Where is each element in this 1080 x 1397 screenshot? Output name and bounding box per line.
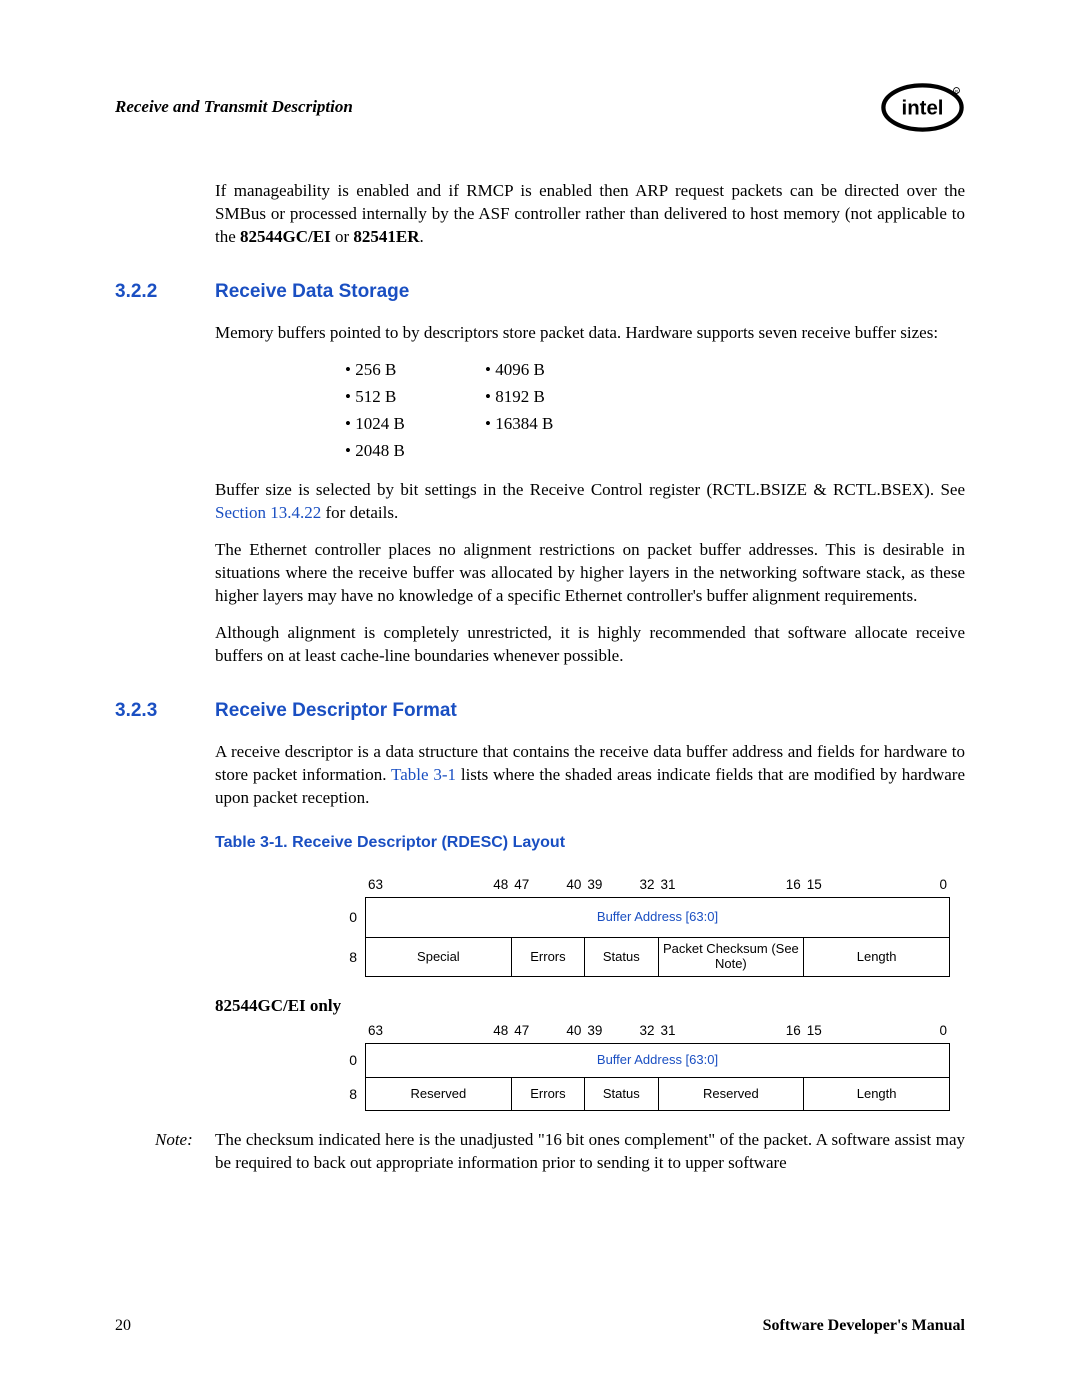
table-link[interactable]: Table 3-1 [391,765,456,784]
bit: 47 [511,1022,532,1040]
field-errors: Errors [512,1078,585,1110]
page-number: 20 [115,1315,131,1337]
bit: 15 [804,1022,825,1040]
bit: 31 [658,1022,679,1040]
field-buffer-address[interactable]: Buffer Address [63:0] [366,898,950,937]
running-head: Receive and Transmit Description [115,96,353,119]
bit-labels: 63 48 47 40 39 32 31 16 15 0 [340,876,950,897]
list-item: 1024 B [345,413,485,436]
note-label: Note: [155,1129,215,1175]
page-footer: 20 Software Developer's Manual [115,1315,965,1337]
bit: 47 [511,876,532,894]
bit: 16 [783,1022,804,1040]
field-length: Length [804,938,950,976]
bit: 15 [804,876,825,894]
list-item: 16384 B [485,413,625,436]
paragraph: A receive descriptor is a data structure… [215,741,965,810]
svg-text:intel: intel [902,97,944,119]
bit-labels: 63 48 47 40 39 32 31 16 15 0 [340,1022,950,1043]
rdesc-layout-diagram-82544: 63 48 47 40 39 32 31 16 15 0 0 Buffer Address… [340,1022,950,1111]
bit: 32 [636,876,657,894]
text-bold: 82544GC/EI [240,227,331,246]
text-bold: 82541ER [353,227,419,246]
list-item: 512 B [345,386,485,409]
bit: 39 [584,1022,605,1040]
field-buffer-address[interactable]: Buffer Address [63:0] [366,1044,950,1077]
bit: 40 [563,876,584,894]
rdesc-table: 0 Buffer Address [63:0] 8 Reserved Error… [340,1043,950,1111]
table-row: 8 Reserved Errors Status Reserved Length [340,1077,950,1111]
text: . [420,227,424,246]
table-caption: Table 3-1. Receive Descriptor (RDESC) La… [215,832,965,854]
buffer-size-list: 256 B 512 B 1024 B 2048 B 4096 B 8192 B … [345,359,965,467]
section-heading-3-2-2: 3.2.2 Receive Data Storage [115,279,965,305]
list-item: 4096 B [485,359,625,382]
field-status: Status [585,938,658,976]
paragraph: Buffer size is selected by bit settings … [215,479,965,525]
table-row: 0 Buffer Address [63:0] [340,897,950,937]
paragraph: Memory buffers pointed to by descriptors… [215,322,965,345]
footer-doc-title: Software Developer's Manual [763,1315,965,1337]
section-heading-3-2-3: 3.2.3 Receive Descriptor Format [115,698,965,724]
field-status: Status [585,1078,658,1110]
bit: 0 [936,876,950,894]
note-body: The checksum indicated here is the unadj… [215,1129,965,1175]
field-special: Special [366,938,512,976]
page: Receive and Transmit Description intel R… [0,0,1080,1397]
bit: 32 [636,1022,657,1040]
text: or [331,227,354,246]
offset: 0 [340,1043,365,1077]
list-item: 256 B [345,359,485,382]
offset: 8 [340,937,365,977]
text: for details. [321,503,398,522]
paragraph: The Ethernet controller places no alignm… [215,539,965,608]
field-reserved: Reserved [366,1078,512,1110]
offset: 0 [340,897,365,937]
note: Note: The checksum indicated here is the… [115,1129,965,1175]
bit: 63 [365,876,386,894]
bit: 63 [365,1022,386,1040]
bit: 0 [936,1022,950,1040]
list-item: 8192 B [485,386,625,409]
bit: 39 [584,876,605,894]
variant-label: 82544GC/EI only [215,995,965,1018]
section-link[interactable]: Section 13.4.22 [215,503,321,522]
page-header: Receive and Transmit Description intel R [115,80,965,135]
intel-logo-icon: intel R [880,80,965,135]
bit: 31 [658,876,679,894]
section-number: 3.2.3 [115,698,215,724]
field-packet-checksum: Packet Checksum (See Note) [659,938,805,976]
section-number: 3.2.2 [115,279,215,305]
offset: 8 [340,1077,365,1111]
buffer-col-left: 256 B 512 B 1024 B 2048 B [345,359,485,467]
field-errors: Errors [512,938,585,976]
bit: 48 [490,1022,511,1040]
buffer-col-right: 4096 B 8192 B 16384 B [485,359,625,467]
table-row: 0 Buffer Address [63:0] [340,1043,950,1077]
paragraph: Although alignment is completely unrestr… [215,622,965,668]
text: Buffer size is selected by bit settings … [215,480,965,499]
table-row: 8 Special Errors Status Packet Checksum … [340,937,950,977]
svg-text:R: R [955,89,958,94]
bit: 48 [490,876,511,894]
section-title: Receive Data Storage [215,279,409,305]
rdesc-layout-diagram: 63 48 47 40 39 32 31 16 15 0 0 Buffer Address… [340,876,950,977]
field-length: Length [804,1078,950,1110]
bit: 40 [563,1022,584,1040]
intro-paragraph: If manageability is enabled and if RMCP … [215,180,965,249]
bit: 16 [783,876,804,894]
field-reserved: Reserved [659,1078,805,1110]
list-item: 2048 B [345,440,485,463]
rdesc-table: 0 Buffer Address [63:0] 8 Special Errors… [340,897,950,977]
section-title: Receive Descriptor Format [215,698,457,724]
